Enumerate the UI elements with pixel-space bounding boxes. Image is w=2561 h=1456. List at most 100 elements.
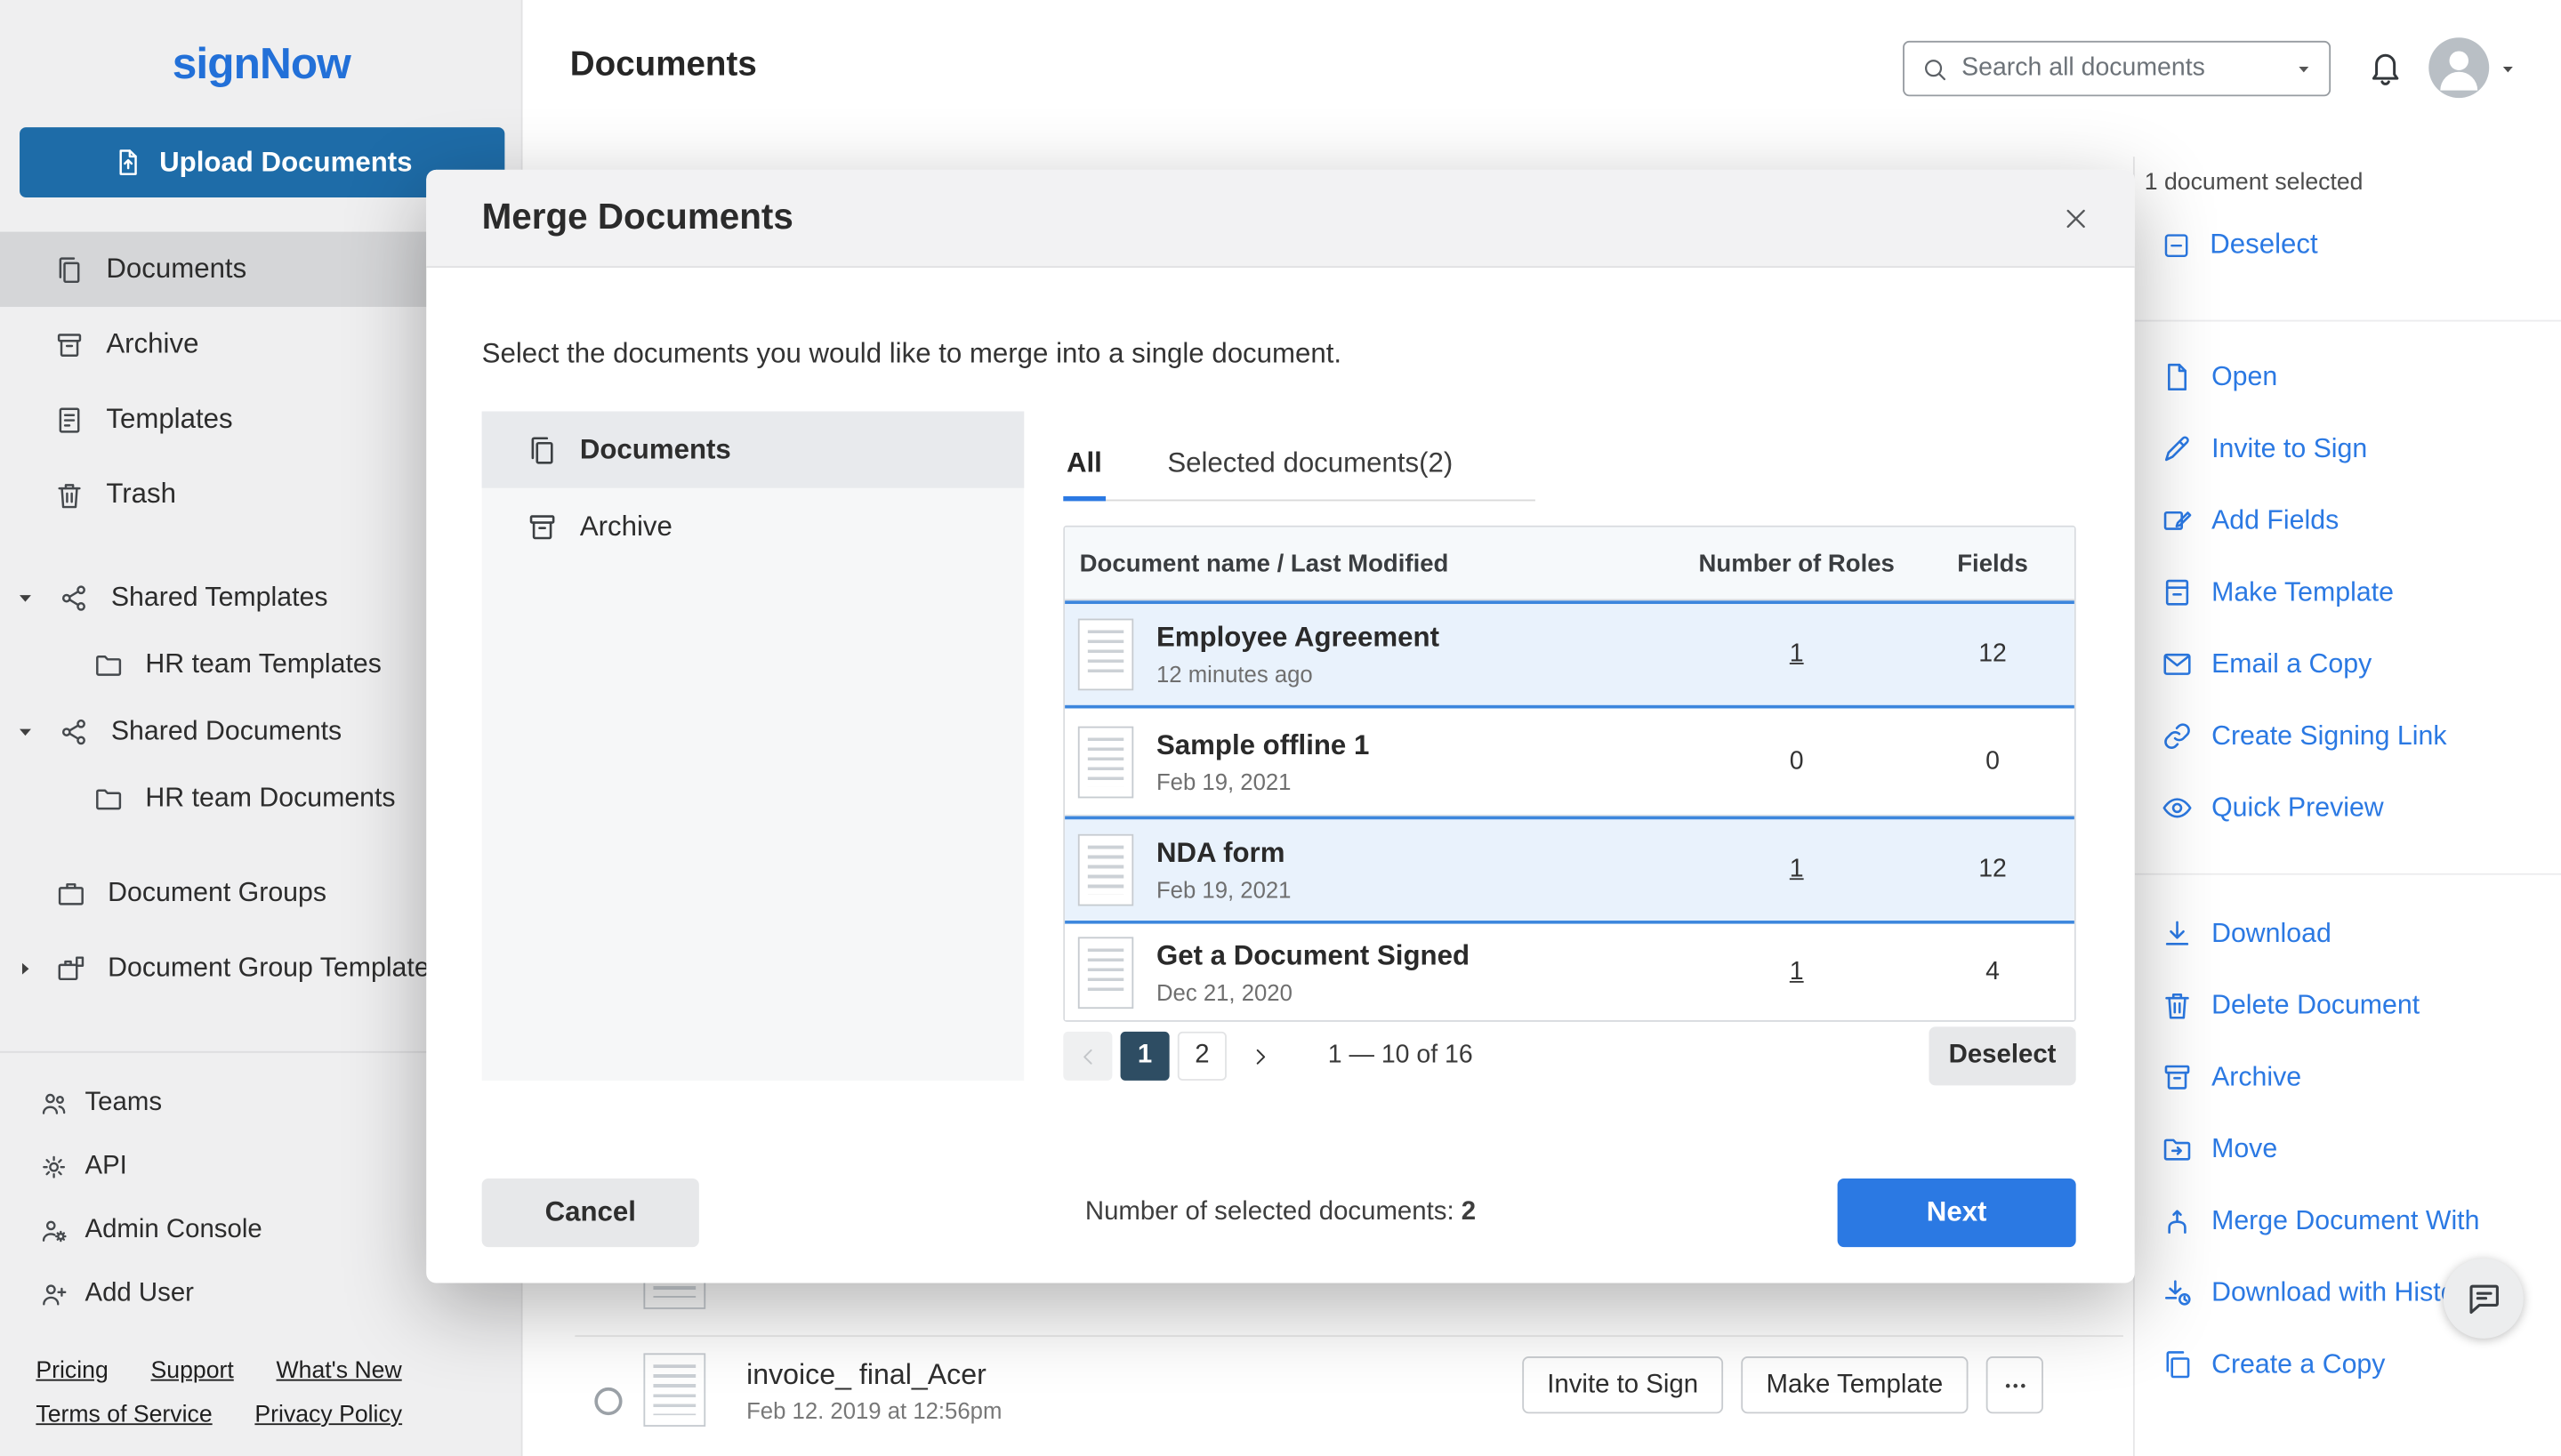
modal-nav-label: Archive: [580, 511, 672, 543]
action-quick-preview[interactable]: Quick Preview: [2135, 772, 2561, 844]
share-icon: [59, 583, 90, 614]
sidebar-item-label: Templates: [106, 403, 232, 436]
footer-link-support[interactable]: Support: [151, 1358, 234, 1384]
add-fields-icon: [2161, 504, 2194, 537]
sidebar-item-label: Trash: [106, 479, 176, 511]
roles-count[interactable]: 1: [1790, 957, 1804, 985]
pen-icon: [2161, 432, 2194, 465]
action-create-signing-link[interactable]: Create Signing Link: [2135, 700, 2561, 772]
roles-cell: 1: [1682, 957, 1911, 986]
sidebar-item-label: HR team Documents: [145, 784, 395, 815]
chat-icon: [2464, 1279, 2503, 1318]
footer-link-what-s-new[interactable]: What's New: [277, 1358, 402, 1384]
document-thumbnail: [1078, 619, 1133, 691]
download-icon: [2161, 917, 2194, 950]
notifications-bell-icon[interactable]: [2367, 49, 2404, 86]
modal-deselect-button[interactable]: Deselect: [1929, 1026, 2075, 1085]
footer-link-terms-of-service[interactable]: Terms of Service: [36, 1402, 212, 1428]
fields-count: 12: [1911, 640, 2074, 669]
next-button[interactable]: Next: [1838, 1178, 2076, 1247]
search-input[interactable]: [1961, 54, 2282, 84]
user-avatar[interactable]: [2428, 37, 2489, 98]
document-modified: 12 minutes ago: [1156, 661, 1682, 687]
column-header-roles: Number of Roles: [1682, 550, 1911, 577]
table-row[interactable]: Employee Agreement12 minutes ago112: [1065, 600, 2074, 708]
deselect-label: Deselect: [2210, 229, 2317, 261]
action-make-template[interactable]: Make Template: [2135, 557, 2561, 629]
roles-count: 0: [1790, 747, 1804, 775]
archive-icon: [526, 511, 559, 543]
merge-documents-modal: Merge Documents Select the documents you…: [426, 170, 2135, 1283]
row-divider: [575, 1335, 2123, 1337]
roles-cell: 1: [1682, 640, 1911, 669]
caret-right-icon[interactable]: [15, 957, 36, 978]
search-box[interactable]: [1903, 41, 2331, 96]
pagination: 12 1 — 10 of 16: [1063, 1032, 1472, 1081]
more-options-button[interactable]: [1986, 1356, 2043, 1413]
action-open[interactable]: Open: [2135, 342, 2561, 414]
modal-source-nav: Documents Archive: [482, 411, 1025, 1080]
action-archive[interactable]: Archive: [2135, 1042, 2561, 1114]
action-label: Invite to Sign: [2211, 433, 2367, 464]
search-icon: [1921, 54, 1948, 82]
document-modified: Dec 21, 2020: [1156, 978, 1682, 1004]
action-add-fields[interactable]: Add Fields: [2135, 485, 2561, 557]
sidebar-item-label: Document Group Templates: [108, 953, 443, 984]
count-label: Number of selected documents:: [1085, 1198, 1454, 1226]
roles-count[interactable]: 1: [1790, 856, 1804, 883]
avatar-caret-icon[interactable]: [2499, 60, 2517, 78]
signnow-logo[interactable]: signNow: [0, 39, 523, 90]
caret-down-icon[interactable]: [15, 721, 36, 743]
make-template-button[interactable]: Make Template: [1741, 1356, 1968, 1413]
sidebar-item-label: Documents: [106, 253, 246, 286]
fields-count: 0: [1911, 747, 2074, 776]
close-button[interactable]: [2053, 196, 2098, 241]
footer-link-privacy-policy[interactable]: Privacy Policy: [254, 1402, 402, 1428]
table-row[interactable]: Get a Document SignedDec 21, 202014: [1065, 924, 2074, 1020]
page-1-button[interactable]: 1: [1121, 1032, 1170, 1081]
document-name: invoice_ final_Acer: [746, 1358, 987, 1393]
column-header-fields: Fields: [1911, 550, 2074, 577]
eye-icon: [2161, 792, 2194, 825]
action-move[interactable]: Move: [2135, 1114, 2561, 1186]
doc-icon: [2161, 361, 2194, 394]
action-label: Download: [2211, 918, 2331, 949]
modal-nav-documents[interactable]: Documents: [482, 411, 1025, 487]
action-invite-to-sign[interactable]: Invite to Sign: [2135, 413, 2561, 485]
document-thumbnail: [1078, 726, 1133, 798]
minus-square-icon: [2161, 229, 2192, 261]
modal-title: Merge Documents: [482, 196, 793, 238]
row-checkbox[interactable]: [594, 1388, 622, 1415]
action-merge-document-with[interactable]: Merge Document With: [2135, 1185, 2561, 1257]
action-download[interactable]: Download: [2135, 897, 2561, 969]
action-label: Create Signing Link: [2211, 720, 2446, 752]
previous-page-button[interactable]: [1063, 1032, 1112, 1081]
sidebar-item-label: API: [85, 1152, 126, 1181]
deselect-button[interactable]: Deselect: [2135, 209, 2561, 281]
modal-nav-label: Documents: [580, 433, 731, 466]
roles-count[interactable]: 1: [1790, 640, 1804, 667]
tab-selected-documents-2[interactable]: Selected documents(2): [1164, 447, 1456, 500]
modal-nav-archive[interactable]: Archive: [482, 488, 1025, 565]
action-create-a-copy[interactable]: Create a Copy: [2135, 1329, 2561, 1401]
footer-link-pricing[interactable]: Pricing: [36, 1358, 108, 1384]
sidebar-footer-links: Pricing Support What's New Terms of Service…: [36, 1358, 493, 1428]
document-thumbnail: [1078, 936, 1133, 1008]
invite-to-sign-button[interactable]: Invite to Sign: [1522, 1356, 1723, 1413]
chat-widget-button[interactable]: [2444, 1259, 2524, 1339]
action-delete-document[interactable]: Delete Document: [2135, 969, 2561, 1042]
next-page-button[interactable]: [1235, 1032, 1284, 1081]
sidebar-item-label: Shared Documents: [111, 717, 342, 748]
trash-icon: [2161, 989, 2194, 1022]
page-title: Documents: [570, 45, 757, 84]
caret-down-icon[interactable]: [15, 588, 36, 609]
table-row[interactable]: NDA formFeb 19, 2021112: [1065, 816, 2074, 924]
action-email-a-copy[interactable]: Email a Copy: [2135, 629, 2561, 701]
page-2-button[interactable]: 2: [1178, 1032, 1227, 1081]
tab-all[interactable]: All: [1063, 447, 1105, 500]
action-label: Merge Document With: [2211, 1205, 2479, 1236]
table-row[interactable]: Sample offline 1Feb 19, 202100: [1065, 708, 2074, 816]
document-modified: Feb 19, 2021: [1156, 877, 1682, 903]
search-dropdown-caret-icon[interactable]: [2295, 60, 2313, 77]
modal-tabs: All Selected documents(2): [1063, 447, 1534, 502]
